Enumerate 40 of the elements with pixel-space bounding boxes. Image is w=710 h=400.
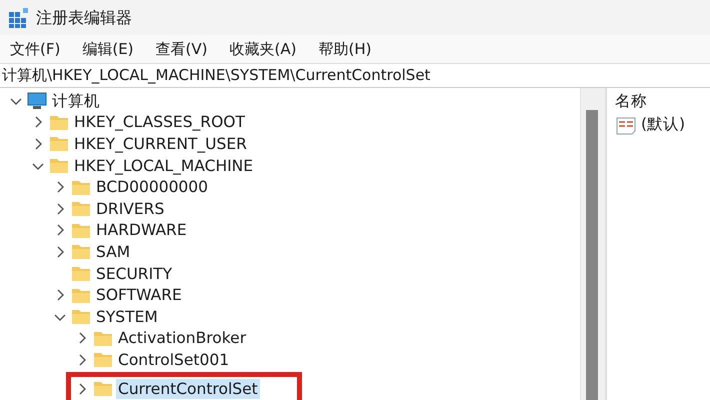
tree-item[interactable]: DRIVERS <box>94 198 166 219</box>
menu-item[interactable]: 编辑(E) <box>82 38 134 60</box>
window-title: 注册表编辑器 <box>36 6 132 28</box>
tree-item[interactable]: HARDWARE <box>94 220 189 240</box>
tree-item[interactable]: SECURITY <box>94 264 174 284</box>
tree-item[interactable]: CurrentControlSet <box>116 378 260 399</box>
folder-icon <box>93 351 113 368</box>
menu-item[interactable]: 收藏夹(A) <box>230 38 296 60</box>
tree-item[interactable]: HKEY_LOCAL_MACHINE <box>72 156 256 176</box>
folder-icon <box>71 265 91 282</box>
column-header[interactable]: 名称 <box>615 90 710 114</box>
tree-item[interactable]: SAM <box>94 242 132 262</box>
menu-item[interactable]: 查看(V) <box>156 38 208 60</box>
folder-icon <box>49 157 69 174</box>
folder-icon <box>71 243 91 260</box>
menu-item[interactable]: 帮助(H) <box>318 38 372 60</box>
folder-icon <box>71 178 91 196</box>
address-bar[interactable]: 计算机\HKEY_LOCAL_MACHINE\SYSTEM\CurrentControlSet <box>2 64 430 87</box>
folder-icon <box>71 286 91 304</box>
value-name[interactable]: (默认) <box>641 113 686 136</box>
folder-icon <box>71 308 91 326</box>
folder-icon <box>71 200 91 218</box>
tree-item[interactable]: BCD00000000 <box>94 177 210 198</box>
tree-item[interactable]: HKEY_CLASSES_ROOT <box>72 112 247 132</box>
folder-icon <box>93 330 113 347</box>
tree-item[interactable]: SYSTEM <box>94 306 160 327</box>
computer-icon <box>27 92 47 110</box>
registry-icon <box>8 6 30 28</box>
tree-item[interactable]: ControlSet001 <box>116 350 232 370</box>
folder-icon <box>49 114 69 131</box>
tree-item[interactable]: 计算机 <box>50 90 102 111</box>
folder-icon <box>49 135 69 152</box>
scrollbar-thumb[interactable] <box>586 110 598 400</box>
menu-item[interactable]: 文件(F) <box>10 38 60 60</box>
tree-item[interactable]: ActivationBroker <box>116 328 248 348</box>
folder-icon <box>71 222 91 239</box>
tree-item[interactable]: HKEY_CURRENT_USER <box>72 134 249 154</box>
tree-item[interactable]: SOFTWARE <box>94 285 184 306</box>
folder-icon <box>93 380 113 398</box>
string-value-icon <box>615 114 637 135</box>
